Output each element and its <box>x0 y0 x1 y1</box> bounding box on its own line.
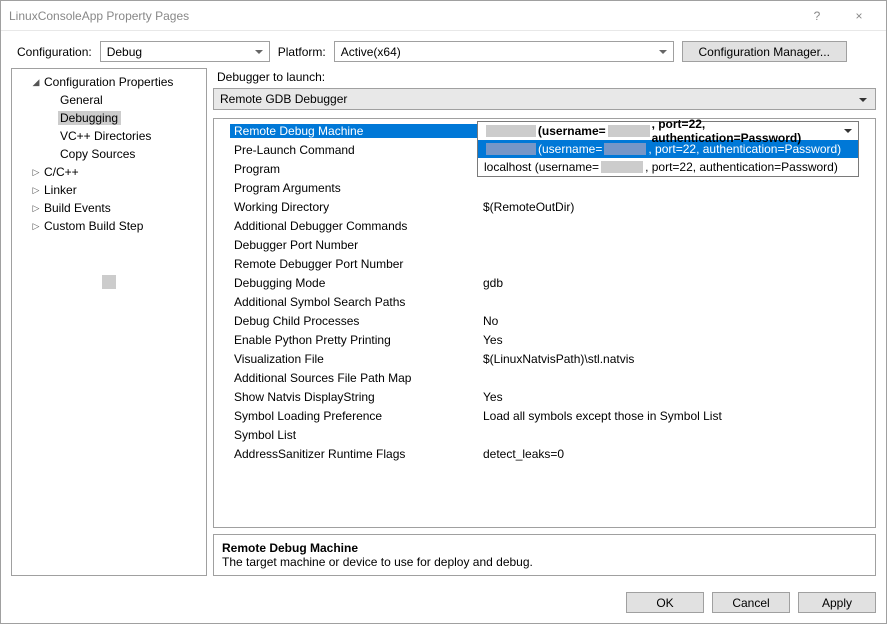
property-value[interactable]: $(RemoteOutDir) <box>477 200 859 214</box>
tree-item-custom-build-step[interactable]: Custom Build Step <box>12 217 206 235</box>
property-label: Symbol Loading Preference <box>230 409 477 423</box>
property-label: Additional Sources File Path Map <box>230 371 477 385</box>
tree-item-linker[interactable]: Linker <box>12 181 206 199</box>
property-value[interactable]: Load all symbols except those in Symbol … <box>477 409 859 423</box>
property-label: Additional Symbol Search Paths <box>230 295 477 309</box>
property-label: AddressSanitizer Runtime Flags <box>230 447 477 461</box>
ok-button[interactable]: OK <box>626 592 704 613</box>
tree-item-build-events[interactable]: Build Events <box>12 199 206 217</box>
description-title: Remote Debug Machine <box>222 541 867 555</box>
property-row[interactable]: Visualization File$(LinuxNatvisPath)\stl… <box>230 349 859 368</box>
arrow-right-icon[interactable] <box>30 167 42 178</box>
redacted-user <box>604 143 646 155</box>
property-row[interactable]: AddressSanitizer Runtime Flagsdetect_lea… <box>230 444 859 463</box>
tree-label: Build Events <box>42 201 114 215</box>
property-value[interactable]: $(LinuxNatvisPath)\stl.natvis <box>477 352 859 366</box>
tree-label: Copy Sources <box>58 147 138 161</box>
property-row[interactable]: Additional Debugger Commands <box>230 216 859 235</box>
property-value[interactable]: detect_leaks=0 <box>477 447 859 461</box>
remote-machine-dropdown[interactable]: (username= , port=22, authentication=Pas… <box>477 121 859 177</box>
property-row[interactable]: Show Natvis DisplayStringYes <box>230 387 859 406</box>
dialog-footer: OK Cancel Apply <box>1 584 886 623</box>
tree-label: Debugging <box>58 111 121 125</box>
property-grid: Remote Debug Machine Pre-Launch Command Pr… <box>213 118 876 528</box>
tree-item-copy-sources[interactable]: Copy Sources <box>12 145 206 163</box>
property-label: Enable Python Pretty Printing <box>230 333 477 347</box>
property-label: Program <box>230 162 477 176</box>
property-label: Program Arguments <box>230 181 477 195</box>
arrow-right-icon[interactable] <box>30 203 42 214</box>
arrow-right-icon[interactable] <box>30 185 42 196</box>
tree-item-vc-directories[interactable]: VC++ Directories <box>12 127 206 145</box>
apply-button[interactable]: Apply <box>798 592 876 613</box>
property-label: Debugger Port Number <box>230 238 477 252</box>
placeholder-icon <box>102 275 116 289</box>
dropdown-option[interactable]: localhost (username= , port=22, authenti… <box>478 158 858 176</box>
help-button[interactable]: ? <box>798 3 836 29</box>
tree-label: C/C++ <box>42 165 82 179</box>
property-value[interactable]: gdb <box>477 276 859 290</box>
property-row[interactable]: Working Directory$(RemoteOutDir) <box>230 197 859 216</box>
property-label: Show Natvis DisplayString <box>230 390 477 404</box>
debugger-launch-select[interactable]: Remote GDB Debugger <box>213 88 876 110</box>
property-row[interactable]: Enable Python Pretty PrintingYes <box>230 330 859 349</box>
property-row[interactable]: Symbol List <box>230 425 859 444</box>
property-row[interactable]: Symbol Loading PreferenceLoad all symbol… <box>230 406 859 425</box>
arrow-right-icon[interactable] <box>30 221 42 232</box>
property-label: Remote Debugger Port Number <box>230 257 477 271</box>
property-value[interactable]: Yes <box>477 390 859 404</box>
dropdown-current[interactable]: (username= , port=22, authentication=Pas… <box>478 122 858 140</box>
configuration-value: Debug <box>107 45 142 59</box>
platform-label: Platform: <box>278 45 326 59</box>
tree-label: VC++ Directories <box>58 129 154 143</box>
tree-item-debugging[interactable]: Debugging <box>12 109 206 127</box>
property-row[interactable]: Remote Debugger Port Number <box>230 254 859 273</box>
tree-item-c-c-[interactable]: C/C++ <box>12 163 206 181</box>
tree-item-general[interactable]: General <box>12 91 206 109</box>
tree-label: Linker <box>42 183 80 197</box>
property-label: Pre-Launch Command <box>230 143 477 157</box>
property-label: Remote Debug Machine <box>230 124 477 138</box>
platform-select[interactable]: Active(x64) <box>334 41 674 62</box>
titlebar: LinuxConsoleApp Property Pages ? × <box>1 1 886 31</box>
property-value[interactable]: No <box>477 314 859 328</box>
property-value[interactable]: Yes <box>477 333 859 347</box>
description-text: The target machine or device to use for … <box>222 555 867 569</box>
tree-root[interactable]: Configuration Properties <box>12 73 206 91</box>
property-row[interactable]: Debugging Modegdb <box>230 273 859 292</box>
window-title: LinuxConsoleApp Property Pages <box>9 9 798 23</box>
configuration-label: Configuration: <box>17 45 92 59</box>
description-panel: Remote Debug Machine The target machine … <box>213 534 876 576</box>
property-label: Additional Debugger Commands <box>230 219 477 233</box>
property-row[interactable]: Debugger Port Number <box>230 235 859 254</box>
redacted-user <box>601 161 643 173</box>
redacted-host <box>486 143 536 155</box>
property-label: Debug Child Processes <box>230 314 477 328</box>
property-label: Working Directory <box>230 200 477 214</box>
configuration-select[interactable]: Debug <box>100 41 270 62</box>
property-label: Symbol List <box>230 428 477 442</box>
platform-value: Active(x64) <box>341 45 401 59</box>
tree-label: General <box>58 93 106 107</box>
property-row[interactable]: Additional Sources File Path Map <box>230 368 859 387</box>
arrow-down-icon[interactable] <box>30 77 42 88</box>
debugger-launch-label: Debugger to launch: <box>213 68 876 88</box>
property-label: Debugging Mode <box>230 276 477 290</box>
config-row: Configuration: Debug Platform: Active(x6… <box>1 31 886 68</box>
configuration-manager-button[interactable]: Configuration Manager... <box>682 41 847 62</box>
cancel-button[interactable]: Cancel <box>712 592 790 613</box>
property-pages-dialog: LinuxConsoleApp Property Pages ? × Confi… <box>0 0 887 624</box>
tree-label: Custom Build Step <box>42 219 146 233</box>
property-label: Visualization File <box>230 352 477 366</box>
sidebar-tree[interactable]: Configuration Properties General Debuggin… <box>11 68 207 576</box>
property-row[interactable]: Program Arguments <box>230 178 859 197</box>
property-row[interactable]: Debug Child ProcessesNo <box>230 311 859 330</box>
redacted-user <box>608 125 650 137</box>
property-row[interactable]: Additional Symbol Search Paths <box>230 292 859 311</box>
redacted-host <box>486 125 536 137</box>
close-button[interactable]: × <box>840 3 878 29</box>
